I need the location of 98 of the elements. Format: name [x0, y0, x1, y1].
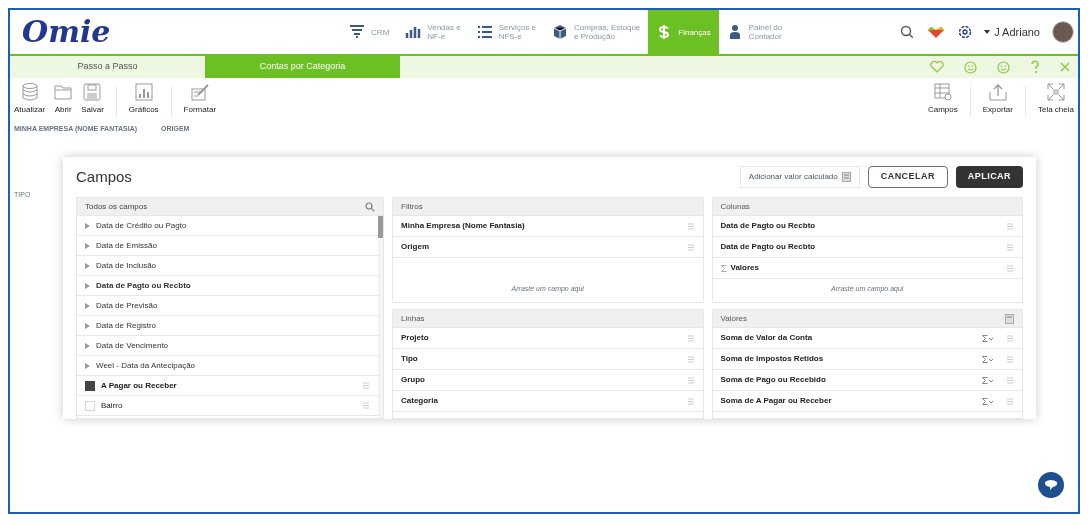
field-chip[interactable]: Soma de Pago ou Recebido — [712, 370, 1022, 391]
checkbox[interactable] — [85, 380, 95, 391]
sigma-dropdown-icon[interactable] — [982, 397, 994, 405]
sigma-dropdown-icon[interactable] — [982, 334, 994, 342]
field-chip[interactable]: Grupo — [393, 370, 703, 391]
field-chip[interactable]: Projeto — [393, 328, 703, 349]
drag-handle-icon[interactable] — [1006, 243, 1014, 251]
toolbar-button[interactable]: Gráficos — [124, 82, 163, 116]
user-name[interactable]: J Adriano — [994, 23, 1040, 41]
settings-icon[interactable] — [958, 25, 973, 39]
expand-arrow-icon[interactable] — [85, 342, 90, 349]
smiley-icon[interactable] — [997, 60, 1010, 74]
dialog-title: Campos — [76, 166, 132, 187]
heart-icon[interactable] — [930, 61, 944, 73]
smiley-icon[interactable] — [964, 60, 977, 74]
folder-icon[interactable] — [53, 82, 74, 102]
floppy-icon[interactable] — [82, 82, 103, 102]
panel-header: Linhas — [401, 312, 425, 325]
field-chip[interactable]: Tipo — [393, 349, 703, 370]
expand-arrow-icon[interactable] — [85, 222, 90, 229]
panel-header: Valores — [720, 312, 748, 325]
sigma-dropdown-icon[interactable] — [982, 376, 994, 384]
panel-header: Todos os campos — [84, 200, 148, 213]
field-chip[interactable]: Data de Pagto ou Recbto — [712, 216, 1022, 237]
expand-arrow-icon[interactable] — [85, 302, 90, 309]
toolbar-button[interactable]: Exportar — [978, 82, 1017, 116]
field-chip[interactable]: Valores — [712, 258, 1022, 279]
sigma-icon[interactable] — [720, 264, 727, 272]
toolbar-button[interactable]: Formatar — [179, 82, 221, 116]
toolbar-button[interactable]: Salvar — [77, 82, 108, 116]
field-list-item[interactable]: Data de Crédito ou Pagto — [77, 216, 378, 236]
help-icon[interactable] — [1030, 60, 1040, 74]
drag-handle-icon[interactable] — [686, 397, 695, 405]
field-chip[interactable]: Origem — [393, 237, 703, 258]
search-icon[interactable] — [900, 25, 915, 39]
filter-icon[interactable] — [349, 24, 366, 40]
field-list-item[interactable]: Data de Registro — [77, 316, 378, 336]
drag-handle-icon[interactable] — [1006, 264, 1014, 272]
toolbar-button[interactable]: Atualizar — [10, 82, 50, 116]
toolbar-button[interactable]: Abrir — [49, 82, 78, 116]
add-calculated-value-button[interactable]: Adicionar valor calculado — [739, 166, 860, 188]
user-avatar[interactable] — [1052, 21, 1074, 43]
toolbar-button[interactable]: Tela cheia — [1033, 82, 1078, 116]
list-icon[interactable] — [476, 24, 493, 40]
drag-handle-icon[interactable] — [686, 243, 695, 251]
field-list-item[interactable]: Data de Vencimento — [77, 336, 378, 356]
caret-icon[interactable] — [984, 30, 991, 34]
drag-handle-icon[interactable] — [1006, 376, 1014, 384]
cancel-button[interactable]: CANCELAR — [867, 166, 948, 188]
toolbar-button[interactable]: Campos — [923, 82, 962, 116]
field-chip[interactable]: Soma de Valor da Conta — [712, 328, 1022, 349]
field-list-item[interactable]: Data de Previsão — [77, 296, 378, 316]
field-chip[interactable]: Data de Pagto ou Recbto — [712, 237, 1022, 258]
upload-icon[interactable] — [987, 82, 1008, 102]
format-icon[interactable] — [189, 82, 210, 102]
heart-logo-icon[interactable] — [926, 25, 947, 39]
field-chip[interactable]: Soma de A Pagar ou Receber — [712, 391, 1022, 412]
field-list-item[interactable]: A Pagar ou Receber — [77, 376, 378, 396]
sigma-dropdown-icon[interactable] — [982, 355, 994, 363]
calculator-icon[interactable] — [841, 172, 851, 182]
drag-handle-icon[interactable] — [362, 382, 370, 389]
field-list-item[interactable]: Bairro — [77, 396, 378, 416]
drag-handle-icon[interactable] — [1006, 222, 1014, 230]
panel-header: Colunas — [720, 200, 750, 213]
bar-chart-icon[interactable] — [405, 24, 422, 40]
field-chip[interactable]: Categoria — [393, 391, 703, 412]
expand-arrow-icon[interactable] — [85, 362, 90, 369]
table-settings-icon[interactable] — [932, 82, 953, 102]
expand-arrow-icon[interactable] — [85, 282, 90, 289]
drag-handle-icon[interactable] — [686, 355, 695, 363]
drag-handle-icon[interactable] — [1006, 397, 1014, 405]
drag-handle-icon[interactable] — [362, 402, 370, 409]
tab[interactable]: Passo a Passo — [10, 56, 205, 78]
panel-header: Filtros — [401, 200, 423, 213]
scrollbar[interactable] — [378, 216, 383, 418]
field-chip[interactable]: Soma de Impostos Retidos — [712, 349, 1022, 370]
expand-arrow-icon[interactable] — [85, 242, 90, 249]
expand-arrow-icon[interactable] — [85, 262, 90, 269]
search-icon[interactable] — [365, 201, 375, 212]
box-icon[interactable] — [552, 24, 569, 40]
expand-arrow-icon[interactable] — [85, 322, 90, 329]
fullscreen-icon[interactable] — [1046, 82, 1066, 102]
drag-handle-icon[interactable] — [1006, 334, 1014, 342]
drag-handle-icon[interactable] — [686, 222, 695, 230]
calculator-icon[interactable] — [1005, 313, 1014, 324]
drag-handle-icon[interactable] — [1006, 355, 1014, 363]
drag-handle-icon[interactable] — [686, 376, 695, 384]
database-icon[interactable] — [19, 82, 40, 102]
field-list-item[interactable]: Data de Emissão — [77, 236, 378, 256]
field-chip[interactable]: Minha Empresa (Nome Fantasia) — [393, 216, 703, 237]
field-list-item[interactable]: Weel - Data da Antecipação — [77, 356, 378, 376]
apply-button[interactable]: APLICAR — [955, 166, 1023, 188]
drag-handle-icon[interactable] — [686, 334, 695, 342]
chat-icon[interactable] — [1038, 472, 1064, 498]
field-list-item[interactable]: Data de Inclusão — [77, 256, 378, 276]
field-list-item[interactable]: Data de Pagto ou Recbto — [77, 276, 378, 296]
omie-logo[interactable]: Omie — [22, 17, 111, 47]
close-icon[interactable] — [1060, 62, 1070, 72]
